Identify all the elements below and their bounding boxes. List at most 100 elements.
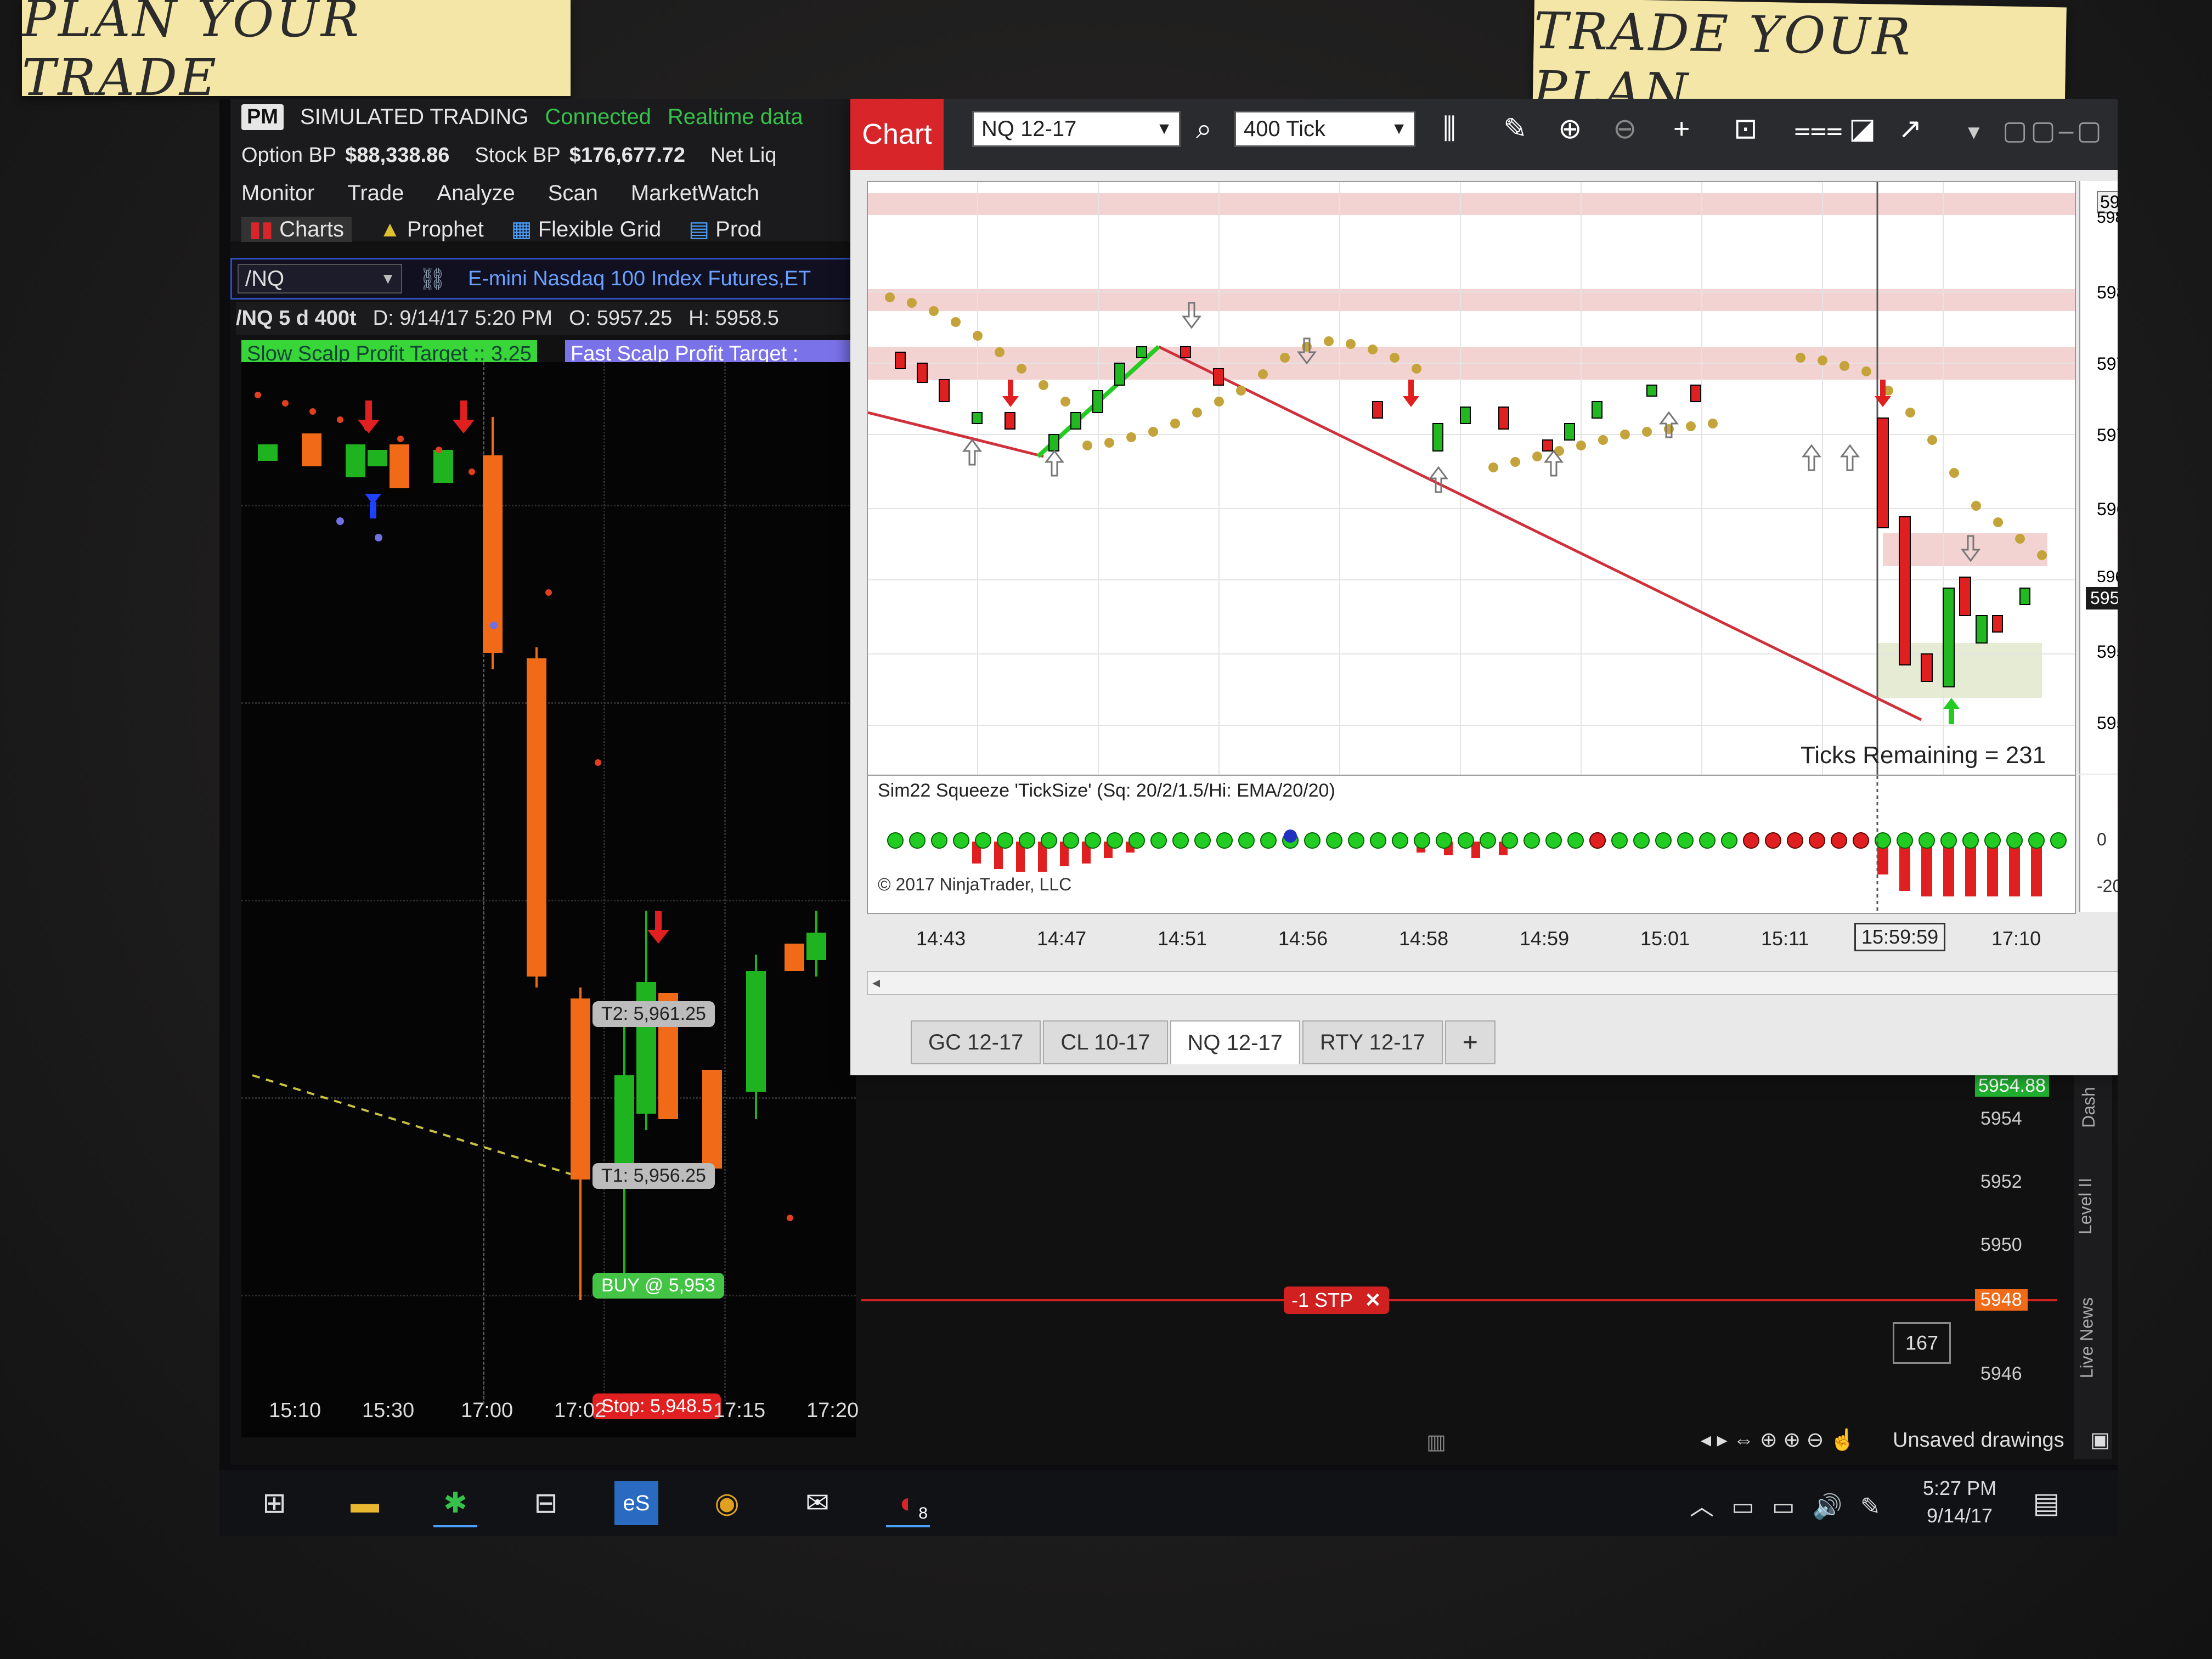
thinkorswim-icon[interactable]: ✱ [433, 1481, 477, 1527]
tab-nq[interactable]: NQ 12-17 [1170, 1020, 1300, 1064]
crosshair-icon[interactable]: + [1673, 112, 1690, 145]
system-tray: ︿ ▭ ▭ 🔊 ✎ [1690, 1487, 1881, 1522]
side-tab-live-news[interactable]: Live News [2076, 1297, 2097, 1379]
scroll-left-icon[interactable]: ◂ [872, 973, 880, 991]
windows-taskbar: ⊞ ▬ ✱ ⊟ eS ◉ ✉ ◐ 8 ︿ ▭ ▭ 🔊 ✎ 5:27 PM 9/1… [219, 1470, 2118, 1536]
grid-icon: ▦ [511, 217, 532, 241]
tab-rty[interactable]: RTY 12-17 [1302, 1020, 1443, 1064]
grid-icon: ▤ [689, 217, 710, 241]
scroll-handle[interactable]: ▥ [1426, 1430, 1446, 1454]
price-tick: 5980.0 [2097, 283, 2118, 302]
chart-period: /NQ 5 d 400t [236, 306, 357, 330]
bar-count: 167 [1905, 1331, 1939, 1354]
windows-start-icon[interactable]: ⊞ [252, 1481, 296, 1525]
nt-chart-tab-label: Chart [862, 119, 932, 150]
current-price-tag: 5958.5 [2086, 587, 2118, 610]
tos-price-chart[interactable]: T2: 5,961.25 T1: 5,956.25 BUY @ 5,953 St… [241, 362, 856, 1437]
link-icon[interactable]: ⛓ [419, 266, 447, 292]
tab-cl[interactable]: CL 10-17 [1043, 1020, 1168, 1064]
nt-price-plot[interactable]: Ticks Remaining = 231 [867, 181, 2076, 776]
file-explorer-icon[interactable]: ▬ [343, 1481, 387, 1525]
esignal-icon[interactable]: eS [614, 1481, 658, 1525]
tos-window: PM SIMULATED TRADING Connected Realtime … [230, 99, 2118, 1465]
sticky-note-left-text: PLAN YOUR TRADE [22, 0, 362, 107]
drawing-tools-icon[interactable]: ↗ [1898, 112, 1922, 145]
bar-style-icon[interactable]: ⫼ [1443, 112, 1456, 146]
bar-date: D: 9/14/17 5:20 PM [373, 306, 553, 330]
bar-high: H: 5958.5 [689, 306, 779, 330]
menu-analyze[interactable]: Analyze [437, 181, 515, 206]
osc-tick: 0 [2097, 830, 2107, 849]
overflow-chevron-icon[interactable]: ▼ [1964, 121, 1984, 144]
pm-badge: PM [241, 104, 284, 130]
menu-marketwatch[interactable]: MarketWatch [631, 181, 759, 206]
bar-chart-icon: ▮▮ [249, 217, 274, 241]
network-icon[interactable]: ▭ [1731, 1493, 1754, 1520]
pen-icon[interactable]: ✎ [1860, 1493, 1881, 1520]
nt-chart-tab[interactable]: Chart [850, 99, 944, 170]
indicators-icon[interactable]: ⩶ [1794, 112, 1843, 146]
ninjatrader-icon[interactable]: ◐ 8 [886, 1481, 930, 1527]
stop-order-badge[interactable]: -1 STP ✕ [1284, 1286, 1389, 1314]
nt-price-axis: 5986.5 5985.0 5980.0 5975.0 5970.0 5965.… [2079, 181, 2118, 774]
connection-status: Connected [545, 105, 651, 129]
subtab-prophet[interactable]: ▲ Prophet [379, 217, 484, 242]
side-tab-dash[interactable]: Dash [2079, 1087, 2099, 1128]
subtab-flexible-grid[interactable]: ▦ Flexible Grid [511, 217, 661, 242]
time-tick: 15:11 [1761, 927, 1809, 950]
mail-icon[interactable]: ✉ [795, 1481, 839, 1525]
chevron-up-icon[interactable]: ︿ [1690, 1493, 1714, 1520]
instrument-tabs: GC 12-17 CL 10-17 NQ 12-17 RTY 12-17 + [867, 1020, 1498, 1064]
subtab-charts[interactable]: ▮▮ Charts [241, 217, 352, 242]
tab-gc[interactable]: GC 12-17 [911, 1020, 1041, 1064]
window-controls[interactable]: ▢▢–▢ [2002, 115, 2105, 146]
navigation-icons[interactable]: ◂ ▸ ⇔ ⊕ ⊕ ⊖ ☝ [1701, 1427, 1855, 1452]
interval-value: 400 Tick [1244, 116, 1325, 141]
chevron-down-icon: ▼ [380, 270, 396, 287]
stop-order-line[interactable] [861, 1299, 2057, 1301]
search-icon[interactable]: ⌕ [1196, 112, 1212, 146]
side-tab-level-ii[interactable]: Level II [2075, 1178, 2096, 1234]
copyright: © 2017 NinjaTrader, LLC [878, 874, 1072, 894]
tab-label: CL 10-17 [1060, 1030, 1150, 1054]
symbol-input[interactable]: /NQ ▼ [238, 264, 402, 294]
zoom-in-icon[interactable]: ⊕ [1558, 112, 1582, 145]
realtime-status: Realtime data [667, 105, 803, 129]
x-tick: 15:10 [269, 1399, 321, 1422]
side-panel-tabs: Dash Level II Live News [2074, 1075, 2112, 1459]
strategies-icon[interactable]: ◪ [1849, 112, 1876, 145]
notification-icon[interactable]: ▤ [2024, 1481, 2068, 1525]
price-tick: 5970.0 [2097, 425, 2118, 445]
instrument-select[interactable]: NQ 12-17 ▼ [972, 111, 1181, 147]
symbol-description: E-mini Nasdaq 100 Index Futures,ET [468, 267, 811, 290]
store-icon[interactable]: ⊟ [524, 1481, 568, 1525]
menu-monitor[interactable]: Monitor [241, 181, 314, 206]
price-tick: 5946 [1980, 1363, 2022, 1384]
horizontal-scrollbar[interactable]: ◂ [867, 971, 2118, 995]
clock[interactable]: 5:27 PM 9/14/17 [1923, 1475, 1996, 1530]
bar-count-badge: 167 [1893, 1322, 1951, 1364]
chevron-down-icon: ▼ [1156, 120, 1172, 138]
chrome-icon[interactable]: ◉ [705, 1481, 749, 1525]
price-tag-orange: 5948 [1975, 1289, 2028, 1311]
data-box-icon[interactable]: ⊡ [1734, 112, 1758, 145]
instrument-value: NQ 12-17 [981, 116, 1077, 141]
tab-label: GC 12-17 [928, 1030, 1024, 1054]
volume-icon[interactable]: 🔊 [1813, 1493, 1843, 1520]
add-tab-button[interactable]: + [1444, 1020, 1496, 1064]
squeeze-indicator-panel[interactable]: Sim22 Squeeze 'TickSize' (Sq: 20/2/1.5/H… [867, 775, 2076, 914]
bar-open: O: 5957.25 [569, 306, 673, 330]
pencil-icon[interactable]: ✎ [1503, 112, 1527, 145]
close-icon[interactable]: ✕ [1364, 1289, 1381, 1311]
interval-select[interactable]: 400 Tick ▼ [1234, 111, 1415, 147]
zoom-out-icon[interactable]: ⊖ [1613, 112, 1637, 145]
stock-bp-label: Stock BP [475, 144, 561, 167]
osc-tick: -20 [2097, 876, 2118, 896]
buy-label: BUY @ 5,953 [592, 1273, 724, 1299]
save-icon[interactable]: ▣ [2090, 1427, 2110, 1452]
ninjatrader-chart-window: Chart NQ 12-17 ▼ ⌕ 400 Tick ▼ ⫼ ✎ ⊕ ⊖ + … [850, 99, 2118, 1075]
battery-icon[interactable]: ▭ [1772, 1493, 1795, 1520]
menu-scan[interactable]: Scan [548, 181, 598, 206]
subtab-prod[interactable]: ▤ Prod [689, 217, 761, 242]
menu-trade[interactable]: Trade [347, 181, 404, 206]
